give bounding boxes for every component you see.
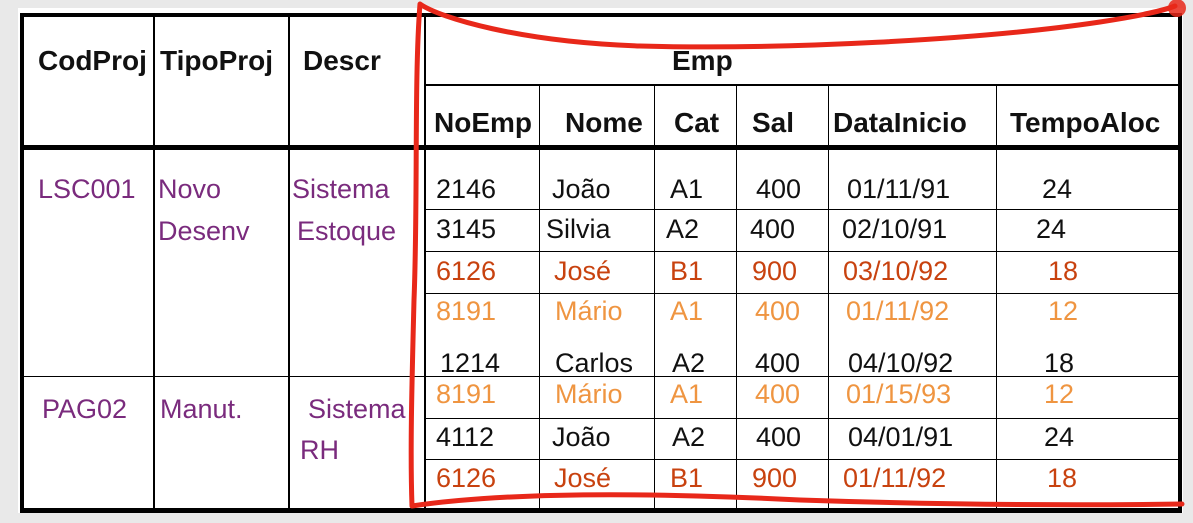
highlight-annotation [408, 0, 1186, 509]
